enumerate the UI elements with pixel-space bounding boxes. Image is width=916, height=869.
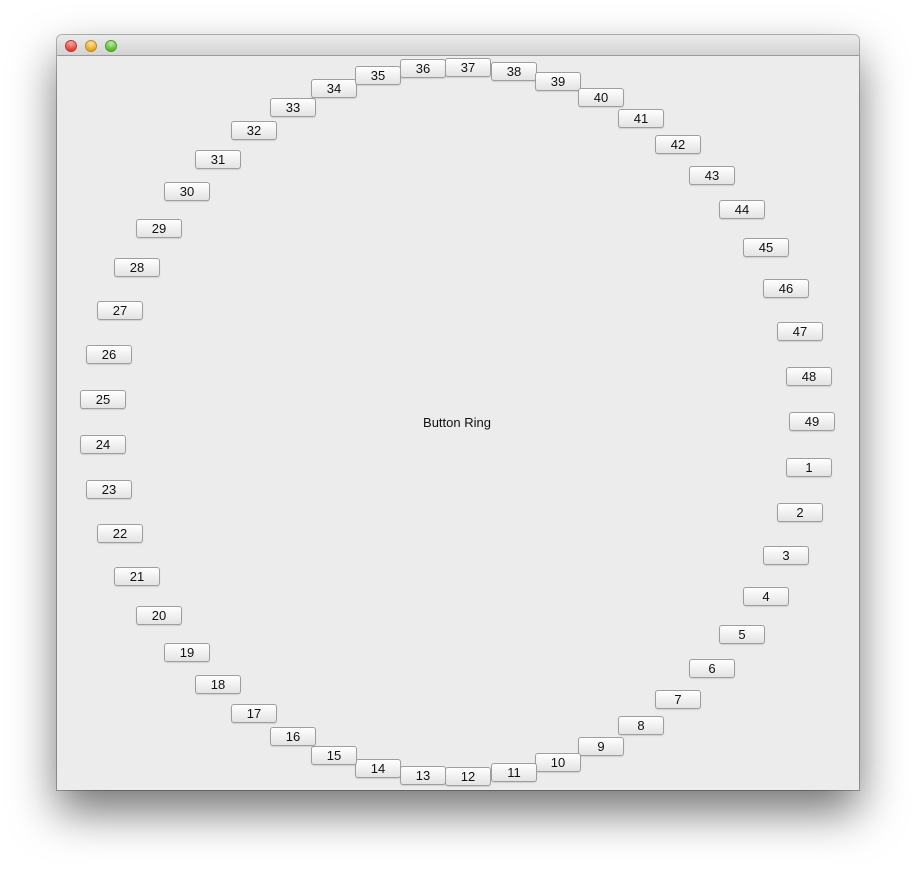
ring-button-27[interactable]: 27 — [97, 301, 143, 320]
ring-button-15[interactable]: 15 — [311, 746, 357, 765]
ring-button-25[interactable]: 25 — [80, 390, 126, 409]
ring-button-23[interactable]: 23 — [86, 480, 132, 499]
ring-button-47[interactable]: 47 — [777, 322, 823, 341]
ring-button-17[interactable]: 17 — [231, 704, 277, 723]
ring-button-38[interactable]: 38 — [491, 62, 537, 81]
ring-button-5[interactable]: 5 — [719, 625, 765, 644]
ring-button-14[interactable]: 14 — [355, 759, 401, 778]
ring-button-29[interactable]: 29 — [136, 219, 182, 238]
title-bar[interactable] — [57, 35, 859, 56]
center-label: Button Ring — [423, 415, 491, 430]
ring-button-1[interactable]: 1 — [786, 458, 832, 477]
ring-button-37[interactable]: 37 — [445, 58, 491, 77]
ring-button-16[interactable]: 16 — [270, 727, 316, 746]
ring-button-39[interactable]: 39 — [535, 72, 581, 91]
ring-button-8[interactable]: 8 — [618, 716, 664, 735]
ring-button-44[interactable]: 44 — [719, 200, 765, 219]
ring-button-10[interactable]: 10 — [535, 753, 581, 772]
ring-button-48[interactable]: 48 — [786, 367, 832, 386]
ring-button-30[interactable]: 30 — [164, 182, 210, 201]
close-window-icon[interactable] — [65, 40, 77, 52]
ring-button-35[interactable]: 35 — [355, 66, 401, 85]
ring-button-34[interactable]: 34 — [311, 79, 357, 98]
app-window: Button Ring 1 2 3 4 5 6 7 8 9 10 11 12 13 14 15 16 17 18 1… — [57, 35, 859, 790]
ring-button-46[interactable]: 46 — [763, 279, 809, 298]
ring-button-18[interactable]: 18 — [195, 675, 241, 694]
ring-button-19[interactable]: 19 — [164, 643, 210, 662]
minimize-window-icon[interactable] — [85, 40, 97, 52]
ring-button-2[interactable]: 2 — [777, 503, 823, 522]
ring-button-3[interactable]: 3 — [763, 546, 809, 565]
ring-button-21[interactable]: 21 — [114, 567, 160, 586]
ring-button-36[interactable]: 36 — [400, 59, 446, 78]
ring-button-26[interactable]: 26 — [86, 345, 132, 364]
ring-button-28[interactable]: 28 — [114, 258, 160, 277]
zoom-window-icon[interactable] — [105, 40, 117, 52]
ring-button-45[interactable]: 45 — [743, 238, 789, 257]
ring-button-11[interactable]: 11 — [491, 763, 537, 782]
ring-button-40[interactable]: 40 — [578, 88, 624, 107]
ring-button-4[interactable]: 4 — [743, 587, 789, 606]
ring-button-42[interactable]: 42 — [655, 135, 701, 154]
ring-button-43[interactable]: 43 — [689, 166, 735, 185]
ring-button-20[interactable]: 20 — [136, 606, 182, 625]
ring-button-33[interactable]: 33 — [270, 98, 316, 117]
ring-button-41[interactable]: 41 — [618, 109, 664, 128]
ring-button-13[interactable]: 13 — [400, 766, 446, 785]
ring-button-32[interactable]: 32 — [231, 121, 277, 140]
content-area: Button Ring 1 2 3 4 5 6 7 8 9 10 11 12 13 14 15 16 17 18 1… — [57, 56, 859, 790]
ring-button-9[interactable]: 9 — [578, 737, 624, 756]
ring-button-31[interactable]: 31 — [195, 150, 241, 169]
ring-button-49[interactable]: 49 — [789, 412, 835, 431]
ring-button-7[interactable]: 7 — [655, 690, 701, 709]
ring-button-12[interactable]: 12 — [445, 767, 491, 786]
ring-button-24[interactable]: 24 — [80, 435, 126, 454]
ring-button-22[interactable]: 22 — [97, 524, 143, 543]
ring-button-6[interactable]: 6 — [689, 659, 735, 678]
